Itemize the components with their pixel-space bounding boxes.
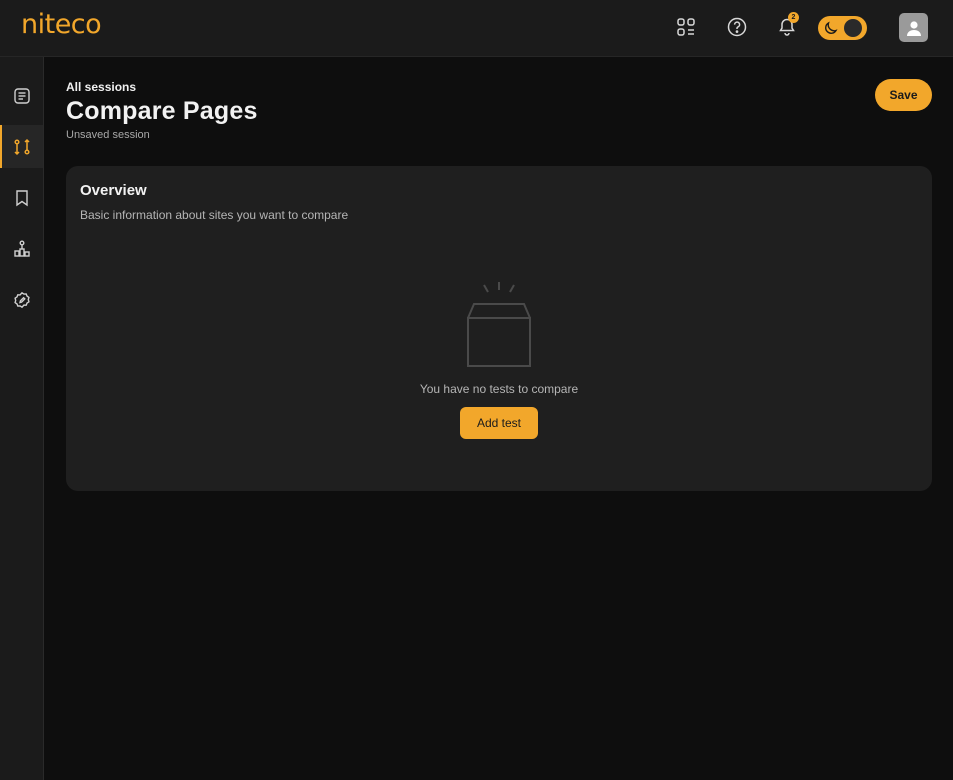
- compare-icon: [13, 138, 30, 155]
- help-icon[interactable]: [725, 15, 749, 39]
- sidebar-item-edit[interactable]: [0, 278, 43, 321]
- sidebar: [0, 57, 44, 780]
- document-list-icon: [13, 87, 30, 104]
- save-button[interactable]: Save: [875, 79, 932, 111]
- empty-state-message: You have no tests to compare: [419, 382, 579, 396]
- overview-card: Overview Basic information about sites y…: [66, 166, 932, 491]
- notification-badge: 2: [788, 12, 799, 23]
- add-test-button[interactable]: Add test: [460, 407, 538, 439]
- edit-badge-icon: [13, 291, 30, 308]
- apps-icon[interactable]: [674, 15, 698, 39]
- sidebar-item-hierarchy[interactable]: [0, 227, 43, 270]
- theme-toggle[interactable]: [818, 16, 867, 40]
- moon-icon: [823, 20, 839, 41]
- hierarchy-icon: [13, 240, 30, 257]
- session-status: Unsaved session: [66, 129, 150, 141]
- overview-title: Overview: [80, 182, 147, 199]
- avatar[interactable]: [899, 13, 928, 42]
- empty-box-icon: [464, 282, 534, 373]
- page-title: Compare Pages: [66, 97, 258, 125]
- breadcrumb[interactable]: All sessions: [66, 80, 136, 94]
- toggle-knob: [844, 19, 862, 37]
- bookmark-icon: [15, 189, 28, 206]
- app-logo[interactable]: niteco: [21, 9, 102, 40]
- sidebar-item-compare[interactable]: [0, 125, 43, 168]
- sidebar-item-bookmarks[interactable]: [0, 176, 43, 219]
- user-icon: [906, 20, 921, 36]
- top-bar: niteco 2: [0, 0, 953, 57]
- sidebar-item-documents[interactable]: [0, 74, 43, 117]
- overview-description: Basic information about sites you want t…: [80, 208, 349, 222]
